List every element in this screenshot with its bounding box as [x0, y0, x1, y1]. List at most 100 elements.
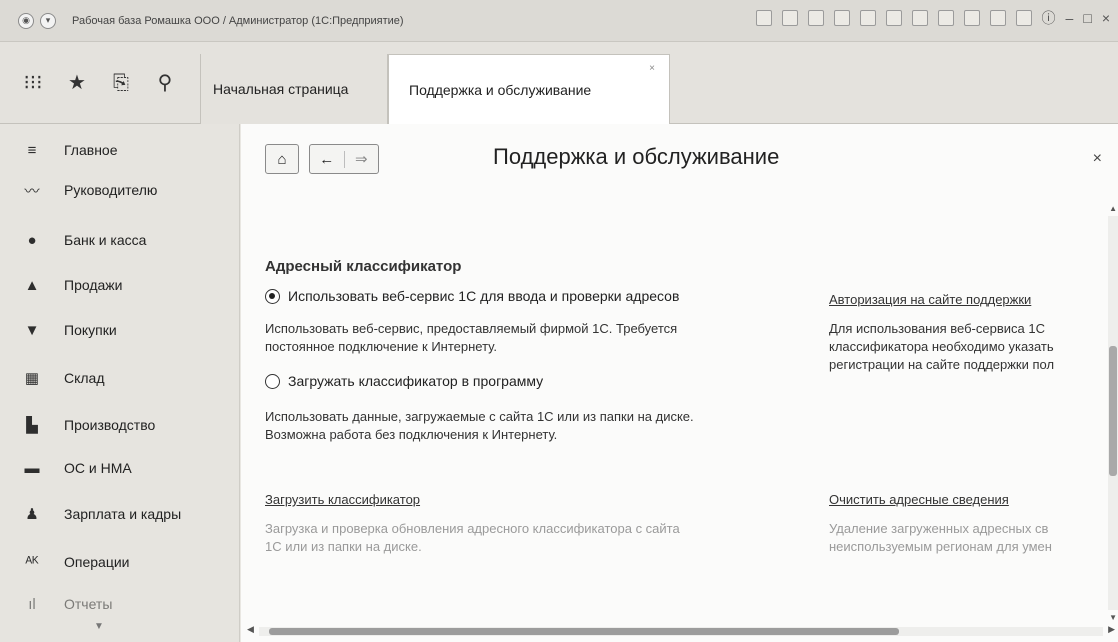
- window-menu-icon[interactable]: ▾: [40, 12, 56, 29]
- home-icon[interactable]: [833, 10, 850, 26]
- close-window-icon[interactable]: ×: [1102, 10, 1110, 26]
- sidebar-item-operations[interactable]: ᴬᴷ Операции: [0, 542, 240, 582]
- sidebar-item-manager[interactable]: 〰 Руководителю: [0, 170, 240, 210]
- memory-m-icon[interactable]: [937, 10, 954, 26]
- sidebar-item-label: Зарплата и кадры: [64, 506, 182, 522]
- tab-label: Начальная страница: [213, 81, 349, 97]
- radio-button-unselected[interactable]: [265, 373, 280, 389]
- memory-minus-icon[interactable]: [989, 10, 1006, 26]
- load-classifier-link[interactable]: Загрузить классификатор: [265, 492, 420, 507]
- sidebar-item-payroll[interactable]: ♟ Зарплата и кадры: [0, 494, 240, 534]
- table-icon[interactable]: [885, 10, 902, 26]
- forward-button[interactable]: ⇒: [345, 150, 379, 168]
- desc-line: Использовать данные, загружаемые с сайта…: [265, 409, 694, 424]
- sidebar-item-label: Главное: [64, 142, 118, 158]
- copy-icon[interactable]: [807, 10, 824, 26]
- desc-line: Возможна работа без подключения к Интерн…: [265, 427, 558, 442]
- sidebar-item-label: Отчеты: [64, 596, 113, 612]
- desc-line: регистрации на сайте поддержки пол: [829, 357, 1055, 372]
- radio-label: Загружать классификатор в программу: [288, 373, 544, 389]
- warehouse-icon: ▦: [24, 370, 40, 387]
- horizontal-scrollbar[interactable]: ◀ ▶: [247, 624, 1115, 636]
- sidebar-item-purchases[interactable]: ▼ Покупки: [0, 310, 240, 350]
- desc-line: Удаление загруженных адресных св: [829, 521, 1049, 536]
- scroll-right-icon[interactable]: ▶: [1108, 624, 1115, 635]
- clear-address-description: Удаление загруженных адресных св неиспол…: [829, 520, 1105, 556]
- web-service-description: Использовать веб-сервис, предоставляемый…: [265, 320, 677, 356]
- radio-label: Использовать веб-сервис 1С для ввода и п…: [288, 288, 680, 304]
- person-icon: ♟: [25, 506, 39, 523]
- scroll-down-icon[interactable]: ▼: [1109, 613, 1117, 622]
- coin-icon: ●: [27, 231, 37, 249]
- sidebar-item-label: ОС и НМА: [64, 460, 132, 476]
- window-title: Рабочая база Ромашка ООО / Администратор…: [72, 14, 404, 27]
- save-icon[interactable]: [859, 10, 876, 26]
- desc-line: постоянное подключение к Интернету.: [265, 339, 497, 354]
- desc-line: Для использования веб-сервиса 1С: [829, 321, 1045, 336]
- desc-line: 1С или из папки на диске.: [265, 539, 422, 554]
- scroll-up-icon[interactable]: ▲: [1109, 204, 1117, 213]
- maximize-icon[interactable]: □: [1083, 10, 1091, 26]
- trend-chart-icon: 〰: [24, 182, 40, 200]
- truck-icon: ▬: [24, 459, 40, 477]
- radio-use-web-service[interactable]: Использовать веб-сервис 1С для ввода и п…: [265, 288, 679, 304]
- sidebar-item-label: Операции: [64, 554, 130, 570]
- radio-button-selected[interactable]: [265, 288, 280, 304]
- vertical-scroll-thumb[interactable]: [1109, 346, 1117, 476]
- tab-support-and-maintenance[interactable]: Поддержка и обслуживание ×: [388, 54, 670, 125]
- desc-line: неиспользуемым регионам для умен: [829, 539, 1052, 554]
- desc-line: Использовать веб-сервис, предоставляемый…: [265, 321, 678, 336]
- report-chart-icon: ıl: [28, 595, 36, 613]
- apps-grid-icon[interactable]: ⁝⁝⁝: [22, 72, 44, 94]
- app-menu-icon[interactable]: ◉: [18, 12, 34, 29]
- sidebar-item-label: Банк и касса: [64, 232, 147, 248]
- factory-icon: ▙: [26, 417, 38, 434]
- sidebar-item-label: Руководителю: [64, 182, 158, 198]
- search-icon[interactable]: ⚲: [154, 72, 176, 94]
- page-title: Поддержка и обслуживание: [493, 144, 780, 169]
- tab-home-page[interactable]: Начальная страница: [200, 54, 388, 124]
- vertical-scrollbar[interactable]: ▲ ▼: [1108, 204, 1118, 622]
- load-classifier-description: Загрузка и проверка обновления адресного…: [265, 520, 680, 556]
- memory-plus-icon[interactable]: [963, 10, 980, 26]
- panels-icon[interactable]: [1015, 10, 1032, 26]
- sidebar-item-warehouse[interactable]: ▦ Склад: [0, 358, 240, 398]
- calendar-icon[interactable]: [755, 10, 772, 26]
- sidebar-item-label: Производство: [64, 417, 156, 433]
- sidebar-item-sales[interactable]: ▲ Продажи: [0, 265, 240, 305]
- support-panel: ⌂ ← ⇒ Поддержка и обслуживание × Адресны…: [241, 124, 1118, 642]
- horizontal-scroll-thumb[interactable]: [269, 628, 899, 635]
- window-title-bar: ◉ ▾ Рабочая база Ромашка ООО / Администр…: [0, 0, 1118, 42]
- history-icon[interactable]: ⎘: [110, 72, 132, 94]
- sidebar-item-bank[interactable]: ● Банк и касса: [0, 220, 240, 260]
- load-description: Использовать данные, загружаемые с сайта…: [265, 408, 694, 444]
- info-icon[interactable]: ⓘ: [1042, 8, 1056, 28]
- calculator-icon[interactable]: [781, 10, 798, 26]
- sidebar-item-label: Продажи: [64, 277, 123, 293]
- scroll-left-icon[interactable]: ◀: [247, 624, 254, 635]
- sidebar-item-label: Склад: [64, 370, 105, 386]
- sidebar-item-production[interactable]: ▙ Производство: [0, 405, 240, 445]
- close-icon[interactable]: ×: [1093, 150, 1102, 168]
- clear-address-data-link[interactable]: Очистить адресные сведения: [829, 492, 1105, 507]
- sidebar-item-main[interactable]: ≡ Главное: [0, 130, 240, 170]
- document-icon[interactable]: [911, 10, 928, 26]
- sidebar-item-fixed-assets[interactable]: ▬ ОС и НМА: [0, 448, 240, 488]
- close-tab-icon[interactable]: ×: [649, 63, 655, 74]
- home-button[interactable]: ⌂: [265, 144, 299, 174]
- minimize-icon[interactable]: –: [1066, 10, 1074, 26]
- sidebar-item-label: Покупки: [64, 322, 117, 338]
- sidebar-scroll-down-icon[interactable]: ▼: [94, 621, 104, 632]
- home-icon: ⌂: [277, 150, 287, 168]
- tab-label: Поддержка и обслуживание: [409, 82, 592, 98]
- radio-load-classifier[interactable]: Загружать классификатор в программу: [265, 373, 543, 389]
- support-authorization-link[interactable]: Авторизация на сайте поддержки: [829, 292, 1105, 307]
- authorization-description: Для использования веб-сервиса 1С классиф…: [829, 320, 1105, 374]
- sidebar-item-reports[interactable]: ıl Отчеты: [0, 584, 240, 624]
- operations-icon: ᴬᴷ: [25, 553, 39, 571]
- sections-sidebar: ≡ Главное 〰 Руководителю ● Банк и касса …: [0, 124, 240, 642]
- favorites-star-icon[interactable]: ★: [66, 72, 88, 94]
- section-title: Адресный классификатор: [265, 258, 462, 275]
- back-button[interactable]: ←: [310, 150, 345, 168]
- shopping-bag-icon: ▲: [24, 276, 40, 294]
